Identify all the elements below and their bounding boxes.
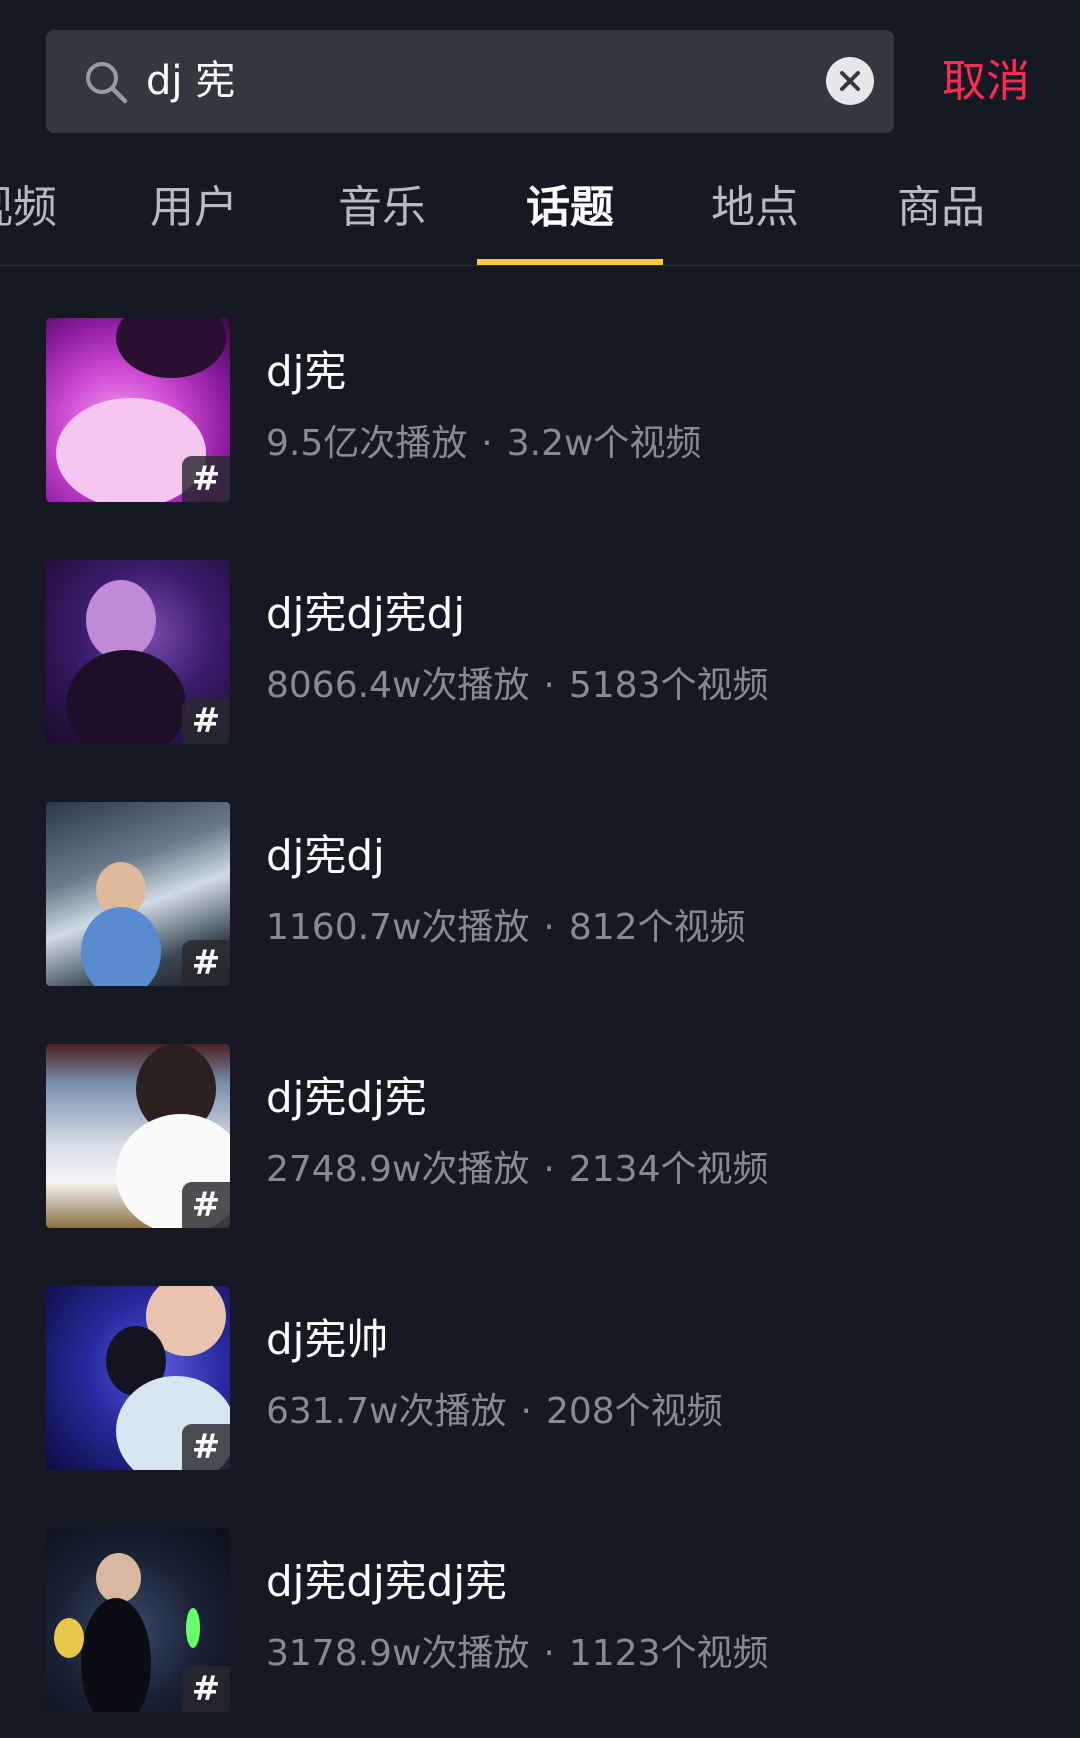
topic-result-item[interactable]: # dj宪dj 1160.7w次播放 · 812个视频 (0, 802, 1080, 988)
clear-search-button[interactable] (826, 57, 874, 105)
play-count: 631.7w次播放 (266, 1391, 507, 1432)
topic-stats: 2748.9w次播放 · 2134个视频 (266, 1148, 769, 1192)
video-count: 812个视频 (568, 907, 746, 948)
stats-separator: · (543, 1149, 555, 1190)
topic-stats: 9.5亿次播放 · 3.2w个视频 (266, 422, 701, 466)
tab-topics[interactable]: 话题 (477, 150, 663, 265)
search-query-text[interactable]: dj 宪 (146, 30, 235, 133)
topic-stats: 631.7w次播放 · 208个视频 (266, 1390, 723, 1434)
play-count: 9.5亿次播放 (266, 423, 468, 464)
tab-products[interactable]: 商品 (848, 150, 1034, 265)
topic-title: dj宪dj宪dj (266, 589, 465, 638)
search-category-tabs: 视频 用户 音乐 话题 地点 商品 (0, 150, 1080, 266)
stats-separator: · (543, 907, 555, 948)
tab-places[interactable]: 地点 (662, 150, 848, 265)
stats-separator: · (543, 1633, 555, 1674)
stats-separator: · (543, 665, 555, 706)
tab-music[interactable]: 音乐 (289, 150, 475, 265)
topic-result-item[interactable]: # dj宪帅 631.7w次播放 · 208个视频 (0, 1286, 1080, 1472)
play-count: 8066.4w次播放 (266, 665, 530, 706)
topic-title: dj宪dj宪 (266, 1073, 427, 1122)
topic-title: dj宪帅 (266, 1315, 389, 1364)
play-count: 3178.9w次播放 (266, 1633, 530, 1674)
topic-title: dj宪dj (266, 831, 385, 880)
topic-title: dj宪dj宪dj宪 (266, 1557, 507, 1606)
search-header: dj 宪 取消 (0, 0, 1080, 150)
search-input[interactable]: dj 宪 (46, 30, 894, 133)
topic-stats: 8066.4w次播放 · 5183个视频 (266, 664, 769, 708)
stats-separator: · (520, 1391, 532, 1432)
video-count: 1123个视频 (568, 1633, 769, 1674)
topic-thumbnail: # (46, 1286, 230, 1470)
topic-stats: 1160.7w次播放 · 812个视频 (266, 906, 746, 950)
hashtag-icon: # (182, 698, 230, 744)
video-count: 208个视频 (545, 1391, 723, 1432)
video-count: 3.2w个视频 (506, 423, 702, 464)
hashtag-icon: # (182, 456, 230, 502)
hashtag-icon: # (182, 1182, 230, 1228)
topic-thumbnail: # (46, 318, 230, 502)
video-count: 5183个视频 (568, 665, 769, 706)
topic-result-item[interactable]: # dj宪 9.5亿次播放 · 3.2w个视频 (0, 318, 1080, 504)
play-count: 2748.9w次播放 (266, 1149, 530, 1190)
topic-thumbnail: # (46, 1528, 230, 1712)
topic-result-item[interactable]: # dj宪dj宪dj 8066.4w次播放 · 5183个视频 (0, 560, 1080, 746)
video-count: 2134个视频 (568, 1149, 769, 1190)
active-tab-indicator (477, 259, 663, 265)
clear-icon (840, 71, 860, 91)
stats-separator: · (481, 423, 493, 464)
topic-stats: 3178.9w次播放 · 1123个视频 (266, 1632, 769, 1676)
tab-videos[interactable]: 视频 (0, 150, 106, 265)
topic-thumbnail: # (46, 560, 230, 744)
topic-result-item[interactable]: # dj宪dj宪 2748.9w次播放 · 2134个视频 (0, 1044, 1080, 1230)
topic-thumbnail: # (46, 802, 230, 986)
hashtag-icon: # (182, 1666, 230, 1712)
topic-thumbnail: # (46, 1044, 230, 1228)
tab-users[interactable]: 用户 (101, 150, 287, 265)
search-icon (82, 58, 130, 106)
play-count: 1160.7w次播放 (266, 907, 530, 948)
topic-result-item[interactable]: # dj宪dj宪dj宪 3178.9w次播放 · 1123个视频 (0, 1528, 1080, 1714)
cancel-button[interactable]: 取消 (942, 30, 1030, 133)
hashtag-icon: # (182, 940, 230, 986)
hashtag-icon: # (182, 1424, 230, 1470)
topic-title: dj宪 (266, 347, 347, 396)
